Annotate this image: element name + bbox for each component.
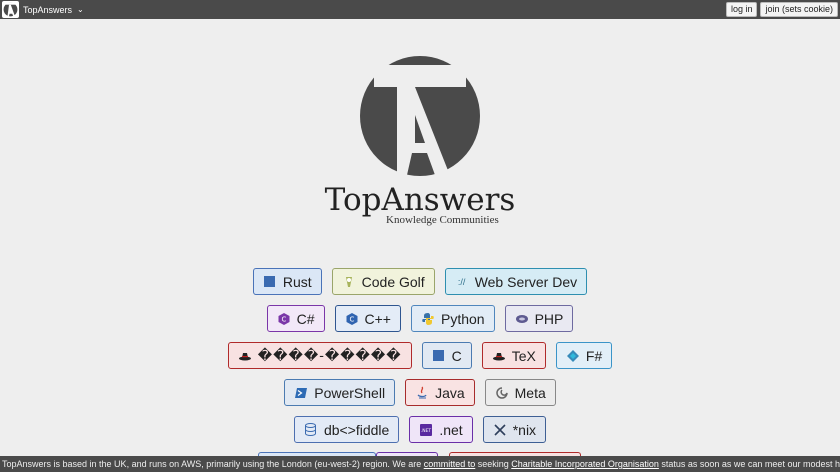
community-fsharp[interactable]: F# (555, 342, 613, 369)
community-dotnet[interactable]: .NET .net (409, 416, 473, 443)
community-label: Python (440, 310, 485, 327)
csharp-icon: C (278, 312, 290, 325)
footer-text: TopAnswers is based in the UK, and runs … (2, 459, 424, 469)
footer-text: status as soon as we can meet our modest… (661, 459, 840, 469)
community-label: Meta (514, 384, 546, 401)
tex-icon (492, 350, 505, 362)
community-meta[interactable]: Meta (484, 379, 556, 406)
community-list: Rust Code Golf :// Web Server Dev C C# C… (0, 268, 840, 453)
web-server-icon: :// (457, 276, 466, 287)
community-dbfiddle[interactable]: db<>fiddle (293, 416, 400, 443)
site-switcher[interactable]: TopAnswers ⌄ (2, 1, 84, 18)
meta-icon (495, 386, 508, 399)
community-tex[interactable]: TeX (481, 342, 546, 369)
footer-text: seeking (475, 459, 512, 469)
community-row: ����-����� C TeX F# (0, 342, 840, 369)
community-powershell[interactable]: PowerShell (284, 379, 396, 406)
community-web-server-dev[interactable]: :// Web Server Dev (444, 268, 588, 295)
c-icon (433, 350, 445, 362)
svg-text:.NET: .NET (421, 428, 432, 434)
svg-text:C: C (349, 315, 354, 323)
hat-icon (238, 350, 251, 362)
community-csharp[interactable]: C C# (266, 305, 325, 332)
community-c[interactable]: C (421, 342, 472, 369)
community-nix[interactable]: *nix (482, 416, 547, 443)
footer: TopAnswers is based in the UK, and runs … (0, 456, 840, 472)
community-label: PowerShell (314, 384, 386, 401)
community-cpp[interactable]: C C++ (334, 305, 401, 332)
community-label: F# (585, 347, 603, 364)
community-row: PowerShell Java Meta (0, 379, 840, 406)
cpp-icon: C (346, 312, 358, 325)
community-label: Code Golf (361, 273, 425, 290)
code-golf-icon (343, 276, 355, 288)
community-label: C (451, 347, 462, 364)
php-icon (515, 313, 528, 325)
community-label: Java (435, 384, 465, 401)
brand-title: TopAnswers (324, 182, 516, 218)
community-php[interactable]: PHP (504, 305, 574, 332)
join-button[interactable]: join (sets cookie) (760, 2, 838, 17)
community-rust[interactable]: Rust (252, 268, 322, 295)
community-label: *nix (512, 421, 537, 438)
community-code-golf[interactable]: Code Golf (331, 268, 435, 295)
site-name: TopAnswers (23, 4, 73, 15)
community-label: Web Server Dev (474, 273, 578, 290)
powershell-icon (295, 387, 308, 399)
community-label: C# (296, 310, 315, 327)
community-label: db<>fiddle (323, 421, 390, 438)
community-row: C C# C C++ Python PHP (0, 305, 840, 332)
java-icon (416, 386, 428, 399)
login-button[interactable]: log in (725, 2, 758, 17)
brand-subtitle: Knowledge Communities (386, 214, 499, 226)
rust-icon (264, 276, 276, 288)
svg-text:C: C (281, 315, 286, 323)
database-icon (305, 423, 317, 436)
chevron-down-icon: ⌄ (77, 5, 84, 14)
x-icon (494, 423, 506, 436)
committed-link[interactable]: committed to (424, 459, 476, 469)
community-label: PHP (534, 310, 564, 327)
community-hat[interactable]: ����-����� (227, 342, 412, 369)
community-row: db<>fiddle .NET .net *nix (0, 416, 840, 443)
top-bar: TopAnswers ⌄ log in join (sets cookie) (0, 0, 840, 19)
topanswers-logo (360, 56, 480, 176)
community-label: TeX (511, 347, 536, 364)
community-python[interactable]: Python (410, 305, 495, 332)
community-label: .net (439, 421, 463, 438)
fsharp-icon (566, 349, 579, 362)
topanswers-logo-icon (2, 1, 19, 18)
community-java[interactable]: Java (405, 379, 475, 406)
cio-link[interactable]: Charitable Incorporated Organisation (511, 459, 659, 469)
community-label: ����-����� (257, 347, 402, 363)
community-label: Rust (282, 273, 312, 290)
community-row: Rust Code Golf :// Web Server Dev (0, 268, 840, 295)
python-icon (422, 312, 434, 325)
dotnet-icon: .NET (420, 423, 433, 436)
community-label: C++ (364, 310, 391, 327)
